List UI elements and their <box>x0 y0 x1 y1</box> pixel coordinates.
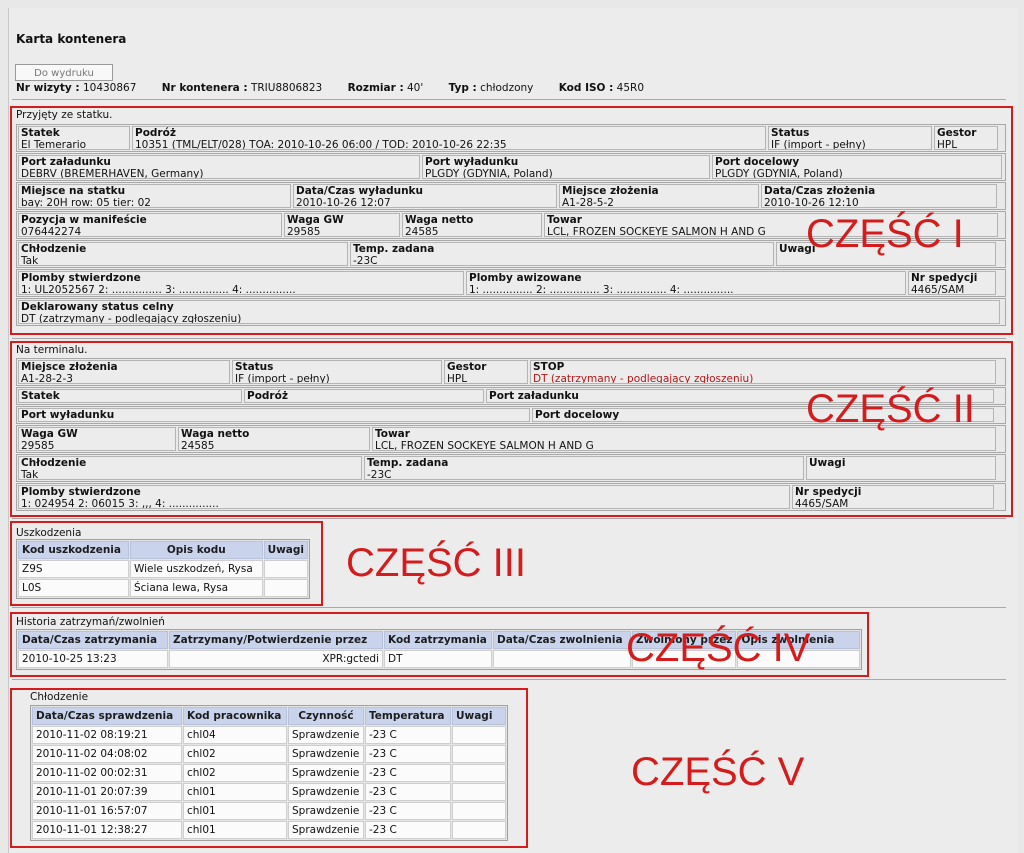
part-2-label: CZĘŚĆ II <box>806 387 975 431</box>
iso-code-label: Kod ISO : <box>558 82 614 94</box>
container-number-value: TRIU8806823 <box>250 82 323 94</box>
part-5-frame <box>10 688 528 848</box>
divider <box>12 338 1006 339</box>
part-1-label: CZĘŚĆ I <box>806 212 964 256</box>
part-3-frame <box>10 521 323 606</box>
part-4-label: CZĘŚĆ IV <box>626 626 811 670</box>
part-5-label: CZĘŚĆ V <box>631 750 805 794</box>
page-title: Karta kontenera <box>16 32 127 46</box>
visit-label: Nr wizyty : <box>16 82 80 94</box>
divider <box>12 518 1006 519</box>
visit-value: 10430867 <box>82 82 137 94</box>
print-button[interactable]: Do wydruku <box>15 64 113 81</box>
container-info-bar: Nr wizyty : 10430867 Nr kontenera : TRIU… <box>16 82 666 94</box>
size-label: Rozmiar : <box>347 82 404 94</box>
divider <box>12 99 1006 100</box>
part-3-label: CZĘŚĆ III <box>346 541 527 585</box>
container-number-label: Nr kontenera : <box>161 82 248 94</box>
divider <box>12 607 1006 608</box>
type-value: chłodzony <box>480 82 534 94</box>
iso-code-value: 45R0 <box>616 82 645 94</box>
divider <box>12 679 1006 680</box>
size-value: 40' <box>407 82 424 94</box>
type-label: Typ : <box>448 82 477 94</box>
